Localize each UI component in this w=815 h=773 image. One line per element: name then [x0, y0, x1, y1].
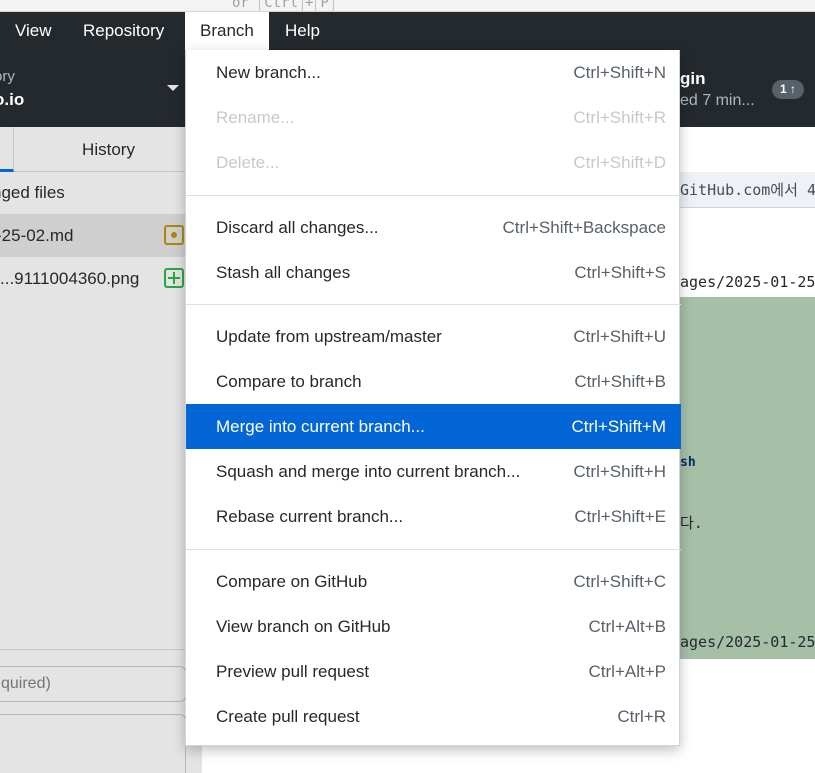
- shortcut-key-ctrl: Ctrl: [259, 0, 304, 11]
- diff-header-text: GitHub.com에서 4: [680, 181, 815, 199]
- menu-item-shortcut: Ctrl+Shift+U: [573, 327, 666, 346]
- menu-item-shortcut: Ctrl+Shift+D: [573, 153, 666, 172]
- commit-message-area: [0, 649, 202, 773]
- menu-separator: [186, 549, 681, 550]
- menu-item-shortcut: Ctrl+Shift+C: [573, 572, 666, 591]
- shortcut-hint: or Ctrl + P: [232, 0, 336, 11]
- menu-view[interactable]: View: [0, 12, 67, 50]
- tab-history[interactable]: History: [15, 127, 202, 172]
- menu-item-label: Discard all changes...: [216, 218, 379, 237]
- shortcut-plus: +: [305, 0, 314, 11]
- menu-item-label: Squash and merge into current branch...: [216, 462, 521, 481]
- menu-item-rename[interactable]: Rename... Ctrl+Shift+R: [186, 95, 681, 140]
- sidebar-tabs: History: [0, 127, 202, 172]
- menu-item-discard-all-changes[interactable]: Discard all changes... Ctrl+Shift+Backsp…: [186, 205, 681, 250]
- menu-item-rebase-current-branch[interactable]: Rebase current branch... Ctrl+Shift+E: [186, 494, 681, 539]
- menu-item-shortcut: Ctrl+Shift+M: [571, 417, 666, 436]
- menu-item-shortcut: Ctrl+Shift+R: [573, 108, 666, 127]
- menu-item-squash-and-merge[interactable]: Squash and merge into current branch... …: [186, 449, 681, 494]
- menu-item-shortcut: Ctrl+Alt+B: [588, 617, 666, 636]
- menu-item-preview-pull-request[interactable]: Preview pull request Ctrl+Alt+P: [186, 649, 681, 694]
- file-name: -25-02.md: [0, 226, 74, 245]
- menu-item-merge-into-current-branch[interactable]: Merge into current branch... Ctrl+Shift+…: [186, 404, 681, 449]
- menu-item-update-from-upstream[interactable]: Update from upstream/master Ctrl+Shift+U: [186, 314, 681, 359]
- shortcut-hint-prefix: or: [232, 0, 249, 11]
- file-row[interactable]: -25-02.md: [0, 214, 202, 257]
- menu-item-shortcut: Ctrl+Shift+H: [573, 462, 666, 481]
- menubar: View Repository Branch Help: [0, 12, 815, 50]
- menu-item-label: View branch on GitHub: [216, 617, 391, 636]
- diff-line: ages/2025-01-25: [680, 273, 815, 291]
- push-title: gin: [680, 69, 706, 88]
- menu-separator: [186, 195, 681, 196]
- menu-item-new-branch[interactable]: New branch... Ctrl+Shift+N: [186, 50, 681, 95]
- changed-files-header: nged files: [0, 172, 202, 214]
- menu-item-shortcut: Ctrl+Shift+Backspace: [502, 218, 666, 237]
- menu-item-label: Delete...: [216, 153, 280, 172]
- menu-repository[interactable]: Repository: [68, 12, 179, 50]
- menu-item-label: New branch...: [216, 63, 321, 82]
- menu-item-create-pull-request[interactable]: Create pull request Ctrl+R: [186, 694, 681, 739]
- menu-item-compare-on-github[interactable]: Compare on GitHub Ctrl+Shift+C: [186, 559, 681, 604]
- current-repository-button[interactable]: ory o.io: [0, 50, 186, 127]
- menu-branch[interactable]: Branch: [185, 12, 269, 50]
- menu-help[interactable]: Help: [270, 12, 335, 50]
- menu-item-label: Compare to branch: [216, 372, 362, 391]
- chevron-down-icon: [167, 85, 179, 91]
- shortcut-key-p: P: [315, 0, 334, 11]
- menu-item-shortcut: Ctrl+R: [617, 707, 666, 726]
- added-status-icon: [164, 268, 184, 288]
- menu-item-stash-all-changes[interactable]: Stash all changes Ctrl+Shift+S: [186, 250, 681, 295]
- push-last-fetched: ed 7 min...: [680, 92, 755, 109]
- window-top-strip: or Ctrl + P: [0, 0, 815, 12]
- menu-item-shortcut: Ctrl+Shift+E: [574, 507, 666, 526]
- menu-item-label: Rename...: [216, 108, 295, 127]
- menu-item-label: Rebase current branch...: [216, 507, 404, 526]
- repository-caption: ory: [0, 68, 15, 85]
- menu-item-shortcut: Ctrl+Shift+N: [573, 63, 666, 82]
- menu-item-label: Compare on GitHub: [216, 572, 368, 591]
- file-row[interactable]: ...9111004360.png: [0, 257, 202, 300]
- ahead-count-badge: 1 ↑: [772, 80, 805, 99]
- menu-item-label: Merge into current branch...: [216, 417, 425, 436]
- repository-name: o.io: [0, 90, 25, 109]
- menu-item-label: Update from upstream/master: [216, 327, 442, 346]
- menu-item-compare-to-branch[interactable]: Compare to branch Ctrl+Shift+B: [186, 359, 681, 404]
- menu-item-shortcut: Ctrl+Shift+B: [574, 372, 666, 391]
- sidebar: History nged files -25-02.md ...91110043…: [0, 127, 202, 773]
- diff-added-block: [680, 297, 815, 659]
- file-name: ...9111004360.png: [0, 269, 140, 288]
- diff-line: ages/2025-01-25: [680, 633, 815, 651]
- modified-status-icon: [164, 225, 184, 245]
- menu-separator: [186, 304, 681, 305]
- menu-item-shortcut: Ctrl+Shift+S: [574, 263, 666, 282]
- menu-item-label: Stash all changes: [216, 263, 351, 282]
- diff-line: sh: [680, 455, 696, 470]
- menu-item-view-branch-on-github[interactable]: View branch on GitHub Ctrl+Alt+B: [186, 604, 681, 649]
- menu-item-delete[interactable]: Delete... Ctrl+Shift+D: [186, 140, 681, 185]
- branch-menu-dropdown: New branch... Ctrl+Shift+N Rename... Ctr…: [185, 50, 681, 746]
- changed-files-label: nged files: [0, 183, 65, 202]
- commit-description-input[interactable]: [0, 714, 186, 773]
- menu-item-label: Preview pull request: [216, 662, 370, 681]
- push-origin-button[interactable]: gin ed 7 min... 1 ↑: [680, 50, 815, 127]
- tab-changes[interactable]: [0, 127, 14, 172]
- menu-item-label: Create pull request: [216, 707, 360, 726]
- commit-summary-input[interactable]: [0, 666, 186, 702]
- diff-line: 다.: [680, 514, 703, 532]
- menu-item-shortcut: Ctrl+Alt+P: [588, 662, 666, 681]
